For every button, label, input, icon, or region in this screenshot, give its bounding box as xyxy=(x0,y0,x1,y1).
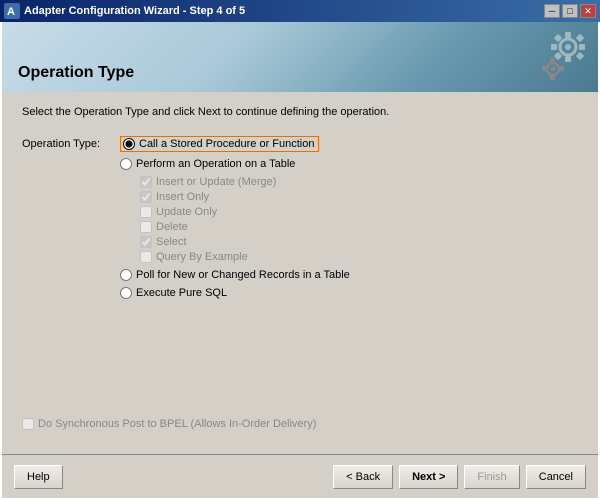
svg-text:A: A xyxy=(7,6,15,18)
cb-query-by-example[interactable] xyxy=(140,251,152,263)
radio-item-poll[interactable]: Poll for New or Changed Records in a Tab… xyxy=(120,269,350,281)
maximize-button[interactable]: □ xyxy=(562,4,578,18)
help-button[interactable]: Help xyxy=(14,465,63,489)
checkbox-delete[interactable]: Delete xyxy=(140,221,350,233)
gear-icon xyxy=(533,27,588,82)
radio-poll[interactable] xyxy=(120,269,132,281)
checkbox-query-by-example[interactable]: Query By Example xyxy=(140,251,350,263)
wizard-content: Select the Operation Type and click Next… xyxy=(2,92,598,454)
sync-checkbox-label: Do Synchronous Post to BPEL (Allows In-O… xyxy=(38,418,316,430)
cb-insert-only[interactable] xyxy=(140,191,152,203)
cb-delete[interactable] xyxy=(140,221,152,233)
cancel-button[interactable]: Cancel xyxy=(526,465,586,489)
radio-item-call-stored[interactable]: Call a Stored Procedure or Function xyxy=(120,136,350,152)
title-bar-text: Adapter Configuration Wizard - Step 4 of… xyxy=(24,5,245,17)
back-button[interactable]: < Back xyxy=(333,465,393,489)
radio-options-group: Call a Stored Procedure or Function Perf… xyxy=(120,136,350,299)
sync-checkbox[interactable] xyxy=(22,418,34,430)
wizard-header: Operation Type xyxy=(2,22,598,92)
checkbox-select[interactable]: Select xyxy=(140,236,350,248)
label-insert-update: Insert or Update (Merge) xyxy=(156,176,276,188)
main-window: Operation Type Select the Operation Type… xyxy=(0,22,600,500)
title-bar: A Adapter Configuration Wizard - Step 4 … xyxy=(0,0,600,22)
checkbox-insert-update[interactable]: Insert or Update (Merge) xyxy=(140,176,350,188)
close-button[interactable]: ✕ xyxy=(580,4,596,18)
operation-type-label: Operation Type: xyxy=(22,136,112,150)
selected-option-border: Call a Stored Procedure or Function xyxy=(120,136,319,152)
minimize-button[interactable]: ─ xyxy=(544,4,560,18)
operation-type-section: Operation Type: Call a Stored Procedure … xyxy=(22,136,578,299)
app-icon: A xyxy=(4,3,20,19)
label-insert-only: Insert Only xyxy=(156,191,209,203)
label-select: Select xyxy=(156,236,187,248)
window-controls: ─ □ ✕ xyxy=(544,4,596,18)
label-query-by-example: Query By Example xyxy=(156,251,248,263)
instruction-text: Select the Operation Type and click Next… xyxy=(22,106,578,118)
label-perform-operation[interactable]: Perform an Operation on a Table xyxy=(136,158,295,170)
checkbox-update-only[interactable]: Update Only xyxy=(140,206,350,218)
label-execute-sql[interactable]: Execute Pure SQL xyxy=(136,287,227,299)
radio-item-perform-operation[interactable]: Perform an Operation on a Table xyxy=(120,158,350,170)
label-update-only: Update Only xyxy=(156,206,217,218)
radio-call-stored[interactable] xyxy=(123,138,135,150)
label-poll[interactable]: Poll for New or Changed Records in a Tab… xyxy=(136,269,350,281)
page-title: Operation Type xyxy=(18,64,582,82)
label-call-stored[interactable]: Call a Stored Procedure or Function xyxy=(139,138,314,150)
cb-insert-update[interactable] xyxy=(140,176,152,188)
sub-options-group: Insert or Update (Merge) Insert Only Upd… xyxy=(140,176,350,263)
radio-item-execute-sql[interactable]: Execute Pure SQL xyxy=(120,287,350,299)
checkbox-insert-only[interactable]: Insert Only xyxy=(140,191,350,203)
cb-select[interactable] xyxy=(140,236,152,248)
radio-perform-operation[interactable] xyxy=(120,158,132,170)
cb-update-only[interactable] xyxy=(140,206,152,218)
wizard-footer: Help < Back Next > Finish Cancel xyxy=(2,454,598,498)
finish-button[interactable]: Finish xyxy=(464,465,519,489)
sync-checkbox-section: Do Synchronous Post to BPEL (Allows In-O… xyxy=(22,418,578,440)
next-button[interactable]: Next > xyxy=(399,465,458,489)
radio-execute-sql[interactable] xyxy=(120,287,132,299)
label-delete: Delete xyxy=(156,221,188,233)
